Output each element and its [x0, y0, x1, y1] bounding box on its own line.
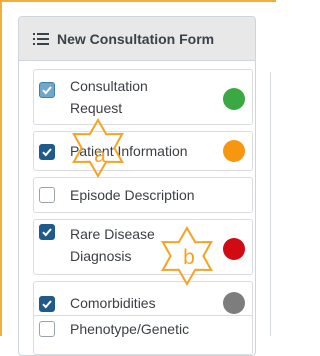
section-checkbox[interactable] [39, 321, 55, 337]
annotation-label-b: b [183, 246, 195, 269]
section-checkbox[interactable] [39, 82, 55, 98]
consultation-form-panel: New Consultation Form Consultation Reque… [18, 16, 256, 356]
section-label: Phenotype/Genetic [70, 321, 190, 337]
panel-header: New Consultation Form [19, 17, 255, 61]
form-section-episode-description[interactable]: Episode Description [33, 177, 253, 213]
adjacent-panel-edge [270, 72, 271, 336]
list-icon [33, 32, 49, 45]
status-indicator-red [223, 238, 245, 260]
section-checkbox[interactable] [39, 144, 55, 160]
status-indicator-green [223, 88, 245, 110]
section-label: Consultation Request [70, 78, 148, 116]
form-section-rare-disease-diagnosis[interactable]: Rare Disease Diagnosis [33, 219, 253, 275]
section-label: Comorbidities [70, 295, 156, 311]
section-checkbox[interactable] [39, 296, 55, 312]
section-label: Episode Description [70, 187, 195, 203]
section-checkbox[interactable] [39, 224, 55, 240]
status-indicator-orange [223, 140, 245, 162]
status-indicator-gray [223, 292, 245, 314]
page-title: New Consultation Form [57, 30, 215, 47]
section-label: Rare Disease Diagnosis [70, 226, 155, 264]
form-section-consultation-request[interactable]: Consultation Request [33, 69, 253, 125]
form-section-patient-information[interactable]: Patient Information [33, 131, 253, 171]
section-checkbox[interactable] [39, 187, 55, 203]
annotation-label-a: a [94, 144, 106, 167]
form-section-phenotype-genetic[interactable]: Phenotype/Genetic [33, 315, 253, 355]
